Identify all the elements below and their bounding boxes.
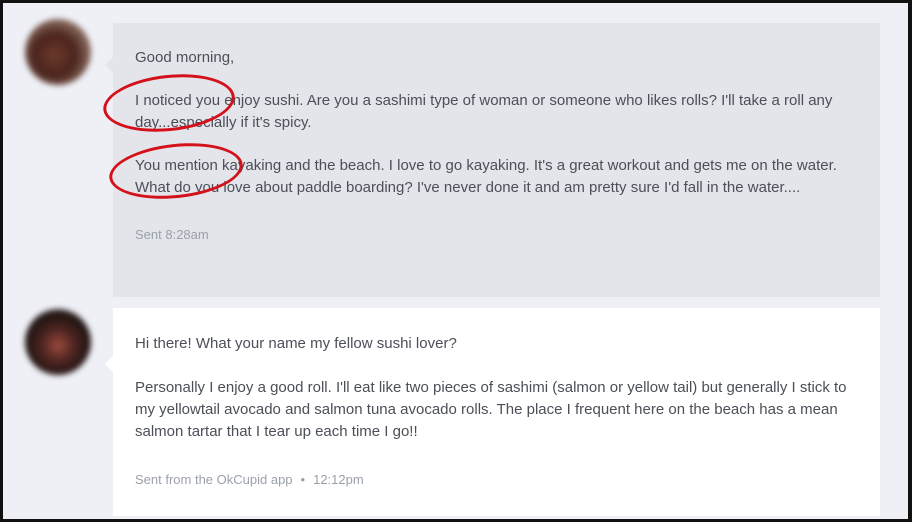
message-bubble-received: Hi there! What your name my fellow sushi…: [105, 308, 880, 516]
sender-avatar[interactable]: [25, 19, 91, 85]
message-paragraph: You mention kayaking and the beach. I lo…: [135, 157, 837, 196]
conversation-view: Good morning, I noticed you enjoy sushi.…: [0, 0, 912, 522]
separator-dot: •: [300, 472, 306, 487]
message-source: Sent from the OkCupid app: [135, 472, 293, 487]
bubble-tail: [105, 57, 113, 73]
message-greeting: Good morning,: [135, 49, 235, 66]
bubble-tail: [105, 356, 113, 372]
message-paragraph: Personally I enjoy a good roll. I'll eat…: [135, 379, 847, 440]
message-time: 12:12pm: [313, 472, 364, 487]
sender-avatar-container: [17, 13, 103, 91]
message-status: Sent 8:28am: [135, 227, 209, 242]
recipient-avatar-container: [17, 303, 103, 381]
recipient-avatar[interactable]: [25, 309, 91, 375]
message-meta: Sent from the OkCupid app • 12:12pm: [135, 471, 858, 489]
message-paragraph: I noticed you enjoy sushi. Are you a sas…: [135, 92, 833, 131]
message-greeting: Hi there! What your name my fellow sushi…: [135, 335, 457, 352]
